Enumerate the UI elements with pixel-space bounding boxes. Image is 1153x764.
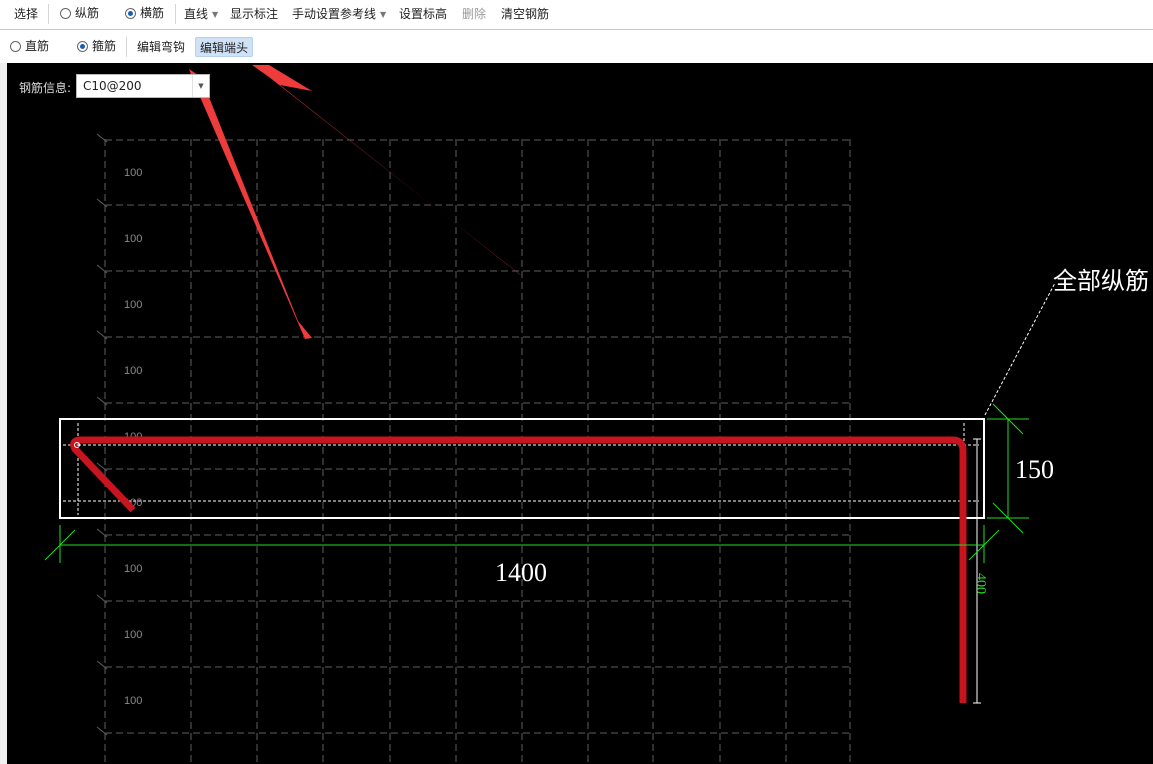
grid-row-label: 100 [124,563,142,575]
height-dimension-text: 150 [1015,455,1054,484]
edit-end-button[interactable]: 编辑端头 [195,37,254,57]
chevron-down-icon: ▼ [380,10,387,19]
arrow-to-edit-hook [189,69,312,339]
select-button[interactable]: 选择 [14,4,38,24]
grid-tick [96,133,108,143]
line-label: 直线 [184,7,209,21]
clear-rebar-button[interactable]: 清空钢筋 [501,4,549,24]
manual-reference-label: 手动设置参考线 [292,7,377,21]
grid-row-label: 100 [124,695,142,707]
radio-checked-icon [125,8,136,19]
delete-button[interactable]: 删除 [462,4,486,24]
radio-unchecked-icon [10,41,21,52]
grid-row-label: 100 [124,167,142,179]
leg-dimension-text: 400 [973,573,988,594]
rebar-drawing[interactable]: 100100100100100100100100100 1400 150 400… [7,63,1153,764]
chevron-down-icon[interactable]: ▼ [192,75,209,97]
stirrup-radio[interactable]: 箍筋 [77,36,116,56]
main-toolbar: 选择 纵筋 横筋 直线 ▼ 显示标注 手动设置参考线 ▼ 设置标高 删除 清空钢筋 [0,0,1153,30]
transverse-radio[interactable]: 横筋 [125,3,164,23]
manual-reference-line-dropdown[interactable]: 手动设置参考线 ▼ [292,4,386,24]
green-dimensions [44,403,1029,563]
grid-row-label: 100 [124,365,142,377]
show-dimensions-button[interactable]: 显示标注 [230,4,278,24]
toolbar-separator [48,4,49,24]
grid-row-label: 100 [124,299,142,311]
rebar-info-label: 钢筋信息: [19,81,72,95]
drawing-canvas[interactable]: 100 100 100 100 100 100 100 100 100 1400… [7,63,1153,764]
rebar-info-value: C10@200 [83,79,142,93]
left-panel-edge [0,63,7,764]
sub-toolbar: 直筋 箍筋 编辑弯钩 编辑端头 [0,30,1153,63]
reference-grid [96,133,851,764]
radio-unchecked-icon [60,8,71,19]
longitudinal-label: 纵筋 [75,6,100,20]
transverse-label: 横筋 [140,6,165,20]
stirrup-label: 箍筋 [92,39,117,53]
annotation-leader-line [984,282,1056,416]
edit-hook-button[interactable]: 编辑弯钩 [137,37,185,57]
set-elevation-button[interactable]: 设置标高 [399,4,447,24]
radio-checked-icon [77,41,88,52]
toolbar-separator [126,37,127,57]
toolbar-separator [175,4,176,24]
arrow-to-edit-end [252,65,522,276]
callout-arrows [189,65,522,339]
grid-row-label: 100 [124,233,142,245]
grid-row-label: 100 [124,629,142,641]
straight-bar-label: 直筋 [25,39,50,53]
annotation-text: 全部纵筋 [1053,267,1149,295]
rebar-info-select[interactable]: C10@200 ▼ [76,74,210,98]
chevron-down-icon: ▼ [212,10,219,19]
straight-bar-radio[interactable]: 直筋 [10,36,49,56]
longitudinal-radio[interactable]: 纵筋 [60,3,99,23]
width-dimension-text: 1400 [495,558,547,587]
line-dropdown[interactable]: 直线 ▼ [184,4,218,24]
